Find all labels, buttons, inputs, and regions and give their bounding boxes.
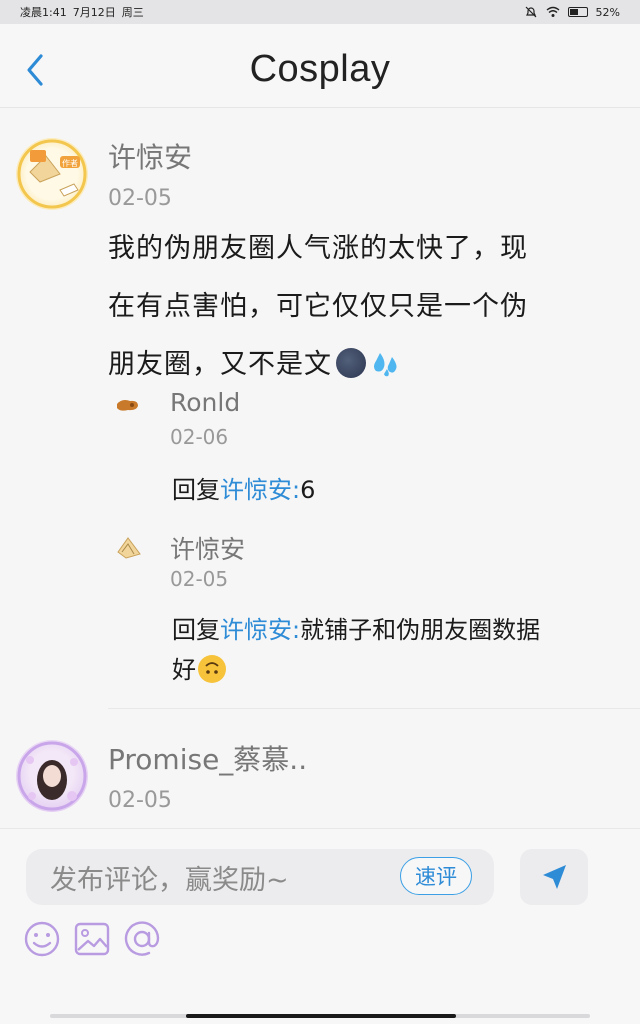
reply-prefix: 回复 — [172, 476, 220, 504]
comment-author[interactable]: Promise_蔡慕.. — [108, 738, 307, 778]
comment-text-line: 在有点害怕，可它仅仅只是一个伪 — [108, 291, 528, 322]
reply-text-line: 回复许惊安:就铺子和伪朋友圈数据 — [172, 610, 612, 650]
image-button[interactable] — [72, 919, 112, 959]
page-title: Cosplay — [249, 48, 391, 90]
emoji-button[interactable] — [22, 919, 62, 959]
comment-input[interactable]: 发布评论，赢奖励~ 速评 — [26, 849, 494, 905]
comment-text-line-last: 朋友圈，又不是文 — [108, 336, 618, 394]
comment-item: Promise_蔡慕.. 02-05 — [0, 708, 640, 828]
status-bar: 凌晨1:41 7月12日 周三 52% — [0, 0, 640, 24]
image-icon — [74, 922, 110, 956]
status-weekday: 周三 — [121, 6, 144, 19]
new-moon-face-icon — [336, 348, 366, 378]
wifi-icon — [546, 6, 559, 17]
comment-date: 02-05 — [108, 186, 172, 211]
comment-text-line: 朋友圈，又不是文 — [108, 349, 332, 380]
reply-author[interactable]: Ronld — [170, 388, 240, 417]
avatar[interactable]: 作者 — [16, 138, 88, 210]
author-avatar-image: 作者 — [17, 139, 87, 209]
mention-icon — [124, 921, 160, 956]
reply-target-link[interactable]: 许惊安: — [220, 476, 300, 504]
upside-down-face-icon — [198, 655, 226, 683]
navigation-header: Cosplay — [0, 24, 640, 108]
comment-date: 02-05 — [108, 788, 172, 813]
reply-body: 就铺子和伪朋友圈数据 — [300, 616, 541, 644]
mention-button[interactable] — [122, 919, 162, 959]
reply-author[interactable]: 许惊安 — [170, 530, 245, 566]
status-date: 7月12日 — [72, 6, 116, 19]
quick-comment-button[interactable]: 速评 — [400, 857, 472, 895]
reply-body: 6 — [300, 476, 316, 504]
send-icon — [543, 865, 566, 889]
comment-author[interactable]: 许惊安 — [108, 136, 192, 176]
reply-date: 02-06 — [170, 425, 229, 449]
reply-avatar[interactable] — [112, 390, 142, 420]
comment-input-placeholder: 发布评论，赢奖励~ — [50, 864, 289, 896]
svg-text:作者: 作者 — [62, 158, 78, 168]
reply-body-line2: 好 — [172, 656, 196, 684]
comment-text-line: 我的伪朋友圈人气涨的太快了，现 — [108, 233, 528, 264]
reply-prefix: 回复 — [172, 616, 220, 644]
sweat-droplets-icon — [374, 353, 397, 377]
battery-icon — [567, 7, 588, 17]
reply-target-link[interactable]: 许惊安: — [220, 616, 300, 644]
emoji-icon — [24, 921, 60, 957]
send-button[interactable] — [520, 849, 588, 905]
home-indicator[interactable] — [186, 1014, 456, 1018]
status-time: 凌晨1:41 — [20, 6, 67, 19]
reply-avatar[interactable] — [114, 532, 144, 562]
comment-bar: 发布评论，赢奖励~ 速评 — [0, 828, 640, 1024]
reply-text: 回复许惊安:就铺子和伪朋友圈数据 好 — [172, 610, 612, 690]
mute-bell-icon — [525, 6, 536, 18]
reply-text-line: 好 — [172, 650, 612, 690]
comment-text: 我的伪朋友圈人气涨的太快了，现 在有点害怕，可它仅仅只是一个伪 朋友圈，又不是文 — [108, 220, 618, 394]
author-avatar-image — [17, 741, 87, 811]
comment-item: 作者 许惊安 02-05 我的伪朋友圈人气涨的太快了，现 在有点害怕，可它仅仅只… — [0, 108, 640, 709]
reply-date: 02-05 — [170, 567, 229, 591]
battery-percent: 52% — [595, 5, 620, 19]
avatar[interactable] — [16, 740, 88, 812]
reply-text: 回复许惊安:6 — [172, 470, 612, 510]
